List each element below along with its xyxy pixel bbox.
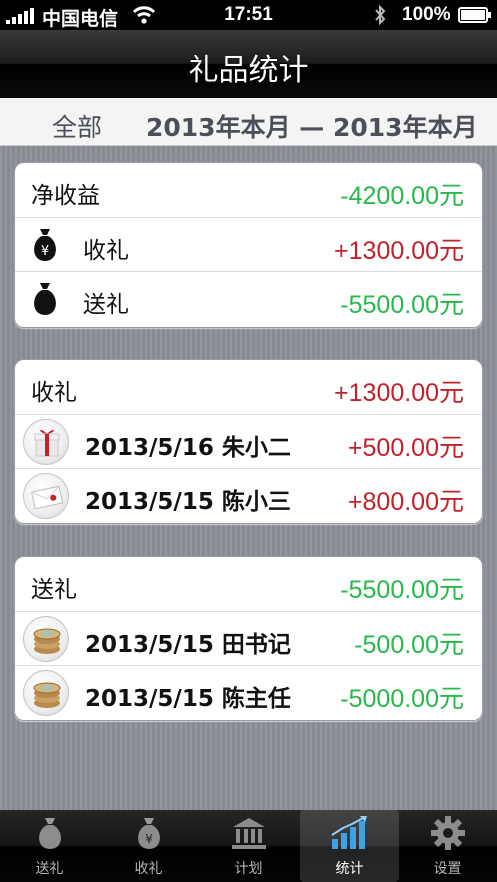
given-header-label: 送礼 [31, 577, 77, 603]
gift-box-icon [23, 419, 69, 465]
summary-received-label: 收礼 [83, 238, 129, 264]
bank-icon [229, 815, 269, 855]
gear-icon [430, 815, 466, 855]
filter-bar: 全部 2013年本月 — 2013年本月 [0, 98, 497, 146]
tab-plan[interactable]: 计划 [199, 810, 298, 882]
tab-give[interactable]: 送礼 [0, 810, 99, 882]
given-item-1-amount: -500.00元 [354, 631, 464, 659]
battery-icon [458, 7, 491, 23]
svg-text:¥: ¥ [145, 832, 153, 846]
net-income-value: -4200.00元 [340, 182, 464, 210]
received-header-row: 收礼 +1300.00元 [15, 360, 482, 414]
given-item-1-title: 2013/5/15 田书记 [85, 632, 291, 658]
page-title: 礼品统计 [188, 53, 309, 88]
list-item[interactable]: 2013/5/15 陈小三 +800.00元 [15, 468, 482, 522]
received-item-2-amount: +800.00元 [347, 488, 464, 516]
received-header-label: 收礼 [31, 380, 77, 406]
tab-settings-label: 设置 [433, 861, 462, 877]
net-income-row: 净收益 -4200.00元 [15, 163, 482, 217]
bluetooth-icon [373, 4, 387, 32]
received-item-1-title: 2013/5/16 朱小二 [85, 435, 291, 461]
coin-stack-icon [23, 616, 69, 662]
yen-bag-icon: ¥ [29, 227, 61, 263]
navigation-bar: 礼品统计 [0, 30, 497, 98]
received-card: 收礼 +1300.00元 2013/5/16 朱小二 +500.00元 2013… [14, 359, 483, 524]
scope-filter[interactable]: 全部 [52, 108, 102, 144]
battery-percentage: 100% [402, 4, 451, 25]
tab-bar: 送礼 ¥ 收礼 计划 统计 设置 [0, 810, 497, 882]
tab-statistics-label: 统计 [335, 861, 364, 877]
given-item-2-title: 2013/5/15 陈主任 [85, 686, 291, 712]
tab-receive[interactable]: ¥ 收礼 [99, 810, 198, 882]
received-header-value: +1300.00元 [334, 379, 464, 407]
coin-stack-icon [23, 670, 69, 716]
given-header-row: 送礼 -5500.00元 [15, 557, 482, 611]
given-item-2-amount: -5000.00元 [340, 685, 464, 713]
received-item-1-amount: +500.00元 [347, 434, 464, 462]
status-bar: 中国电信 17:51 100% [0, 0, 497, 30]
tab-statistics[interactable]: 统计 [300, 810, 399, 882]
list-item[interactable]: 2013/5/16 朱小二 +500.00元 [15, 414, 482, 468]
received-item-2-title: 2013/5/15 陈小三 [85, 489, 291, 515]
tab-plan-label: 计划 [234, 861, 263, 877]
svg-text:¥: ¥ [41, 244, 49, 259]
given-header-value: -5500.00元 [340, 576, 464, 604]
money-bag-icon [29, 281, 61, 317]
date-range-filter[interactable]: 2013年本月 — 2013年本月 [146, 108, 478, 144]
given-card: 送礼 -5500.00元 2013/5/15 田书记 -500.00元 2013… [14, 556, 483, 721]
summary-given-row[interactable]: 送礼 -5500.00元 [15, 271, 482, 325]
bar-chart-icon [329, 815, 371, 855]
tab-give-label: 送礼 [35, 861, 64, 877]
list-item[interactable]: 2013/5/15 田书记 -500.00元 [15, 611, 482, 665]
money-bag-icon [35, 815, 65, 855]
summary-received-row[interactable]: ¥ 收礼 +1300.00元 [15, 217, 482, 271]
yen-bag-icon: ¥ [134, 815, 164, 855]
net-income-label: 净收益 [31, 183, 100, 209]
summary-card: 净收益 -4200.00元 ¥ 收礼 +1300.00元 送礼 -5500.00… [14, 162, 483, 328]
envelope-icon [23, 473, 69, 519]
tab-receive-label: 收礼 [134, 861, 163, 877]
list-item[interactable]: 2013/5/15 陈主任 -5000.00元 [15, 665, 482, 719]
summary-received-value: +1300.00元 [334, 237, 464, 265]
summary-given-label: 送礼 [83, 292, 129, 318]
tab-settings[interactable]: 设置 [398, 810, 497, 882]
summary-given-value: -5500.00元 [340, 291, 464, 319]
